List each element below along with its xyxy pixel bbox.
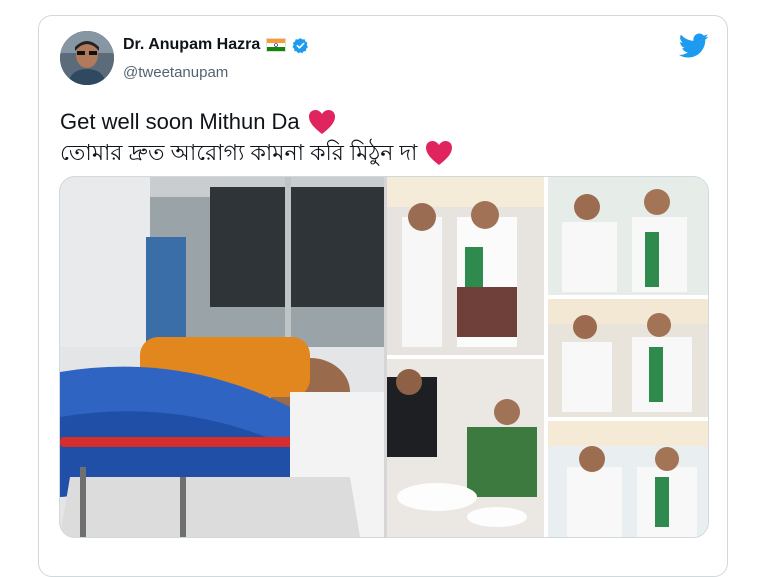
- twitter-bird-icon[interactable]: [678, 33, 709, 59]
- red-heart-icon: [425, 140, 453, 166]
- tweet-line-english: Get well soon Mithun Da: [60, 106, 453, 137]
- india-flag-icon: [266, 38, 287, 52]
- display-name[interactable]: Dr. Anupam Hazra: [123, 36, 260, 54]
- avatar[interactable]: [60, 31, 114, 85]
- tweet-media: [59, 176, 709, 538]
- red-heart-icon: [308, 109, 336, 135]
- tweet-card[interactable]: Dr. Anupam Hazra @tweetanupam Get well s…: [38, 15, 728, 577]
- hospital-photo[interactable]: [60, 177, 384, 537]
- author-name-row: Dr. Anupam Hazra: [123, 36, 309, 54]
- collage-photo[interactable]: [387, 177, 708, 537]
- tweet-text-line1: Get well soon Mithun Da: [60, 109, 300, 134]
- author-handle[interactable]: @tweetanupam: [123, 64, 228, 81]
- tweet-text: Get well soon Mithun Da তোমার দ্রুত আরোগ…: [60, 106, 453, 168]
- tweet-line-bengali: তোমার দ্রুত আরোগ্য কামনা করি মিঠুন দা: [60, 137, 453, 168]
- verified-badge-icon: [292, 37, 309, 54]
- tweet-text-line2: তোমার দ্রুত আরোগ্য কামনা করি মিঠুন দা: [60, 140, 418, 165]
